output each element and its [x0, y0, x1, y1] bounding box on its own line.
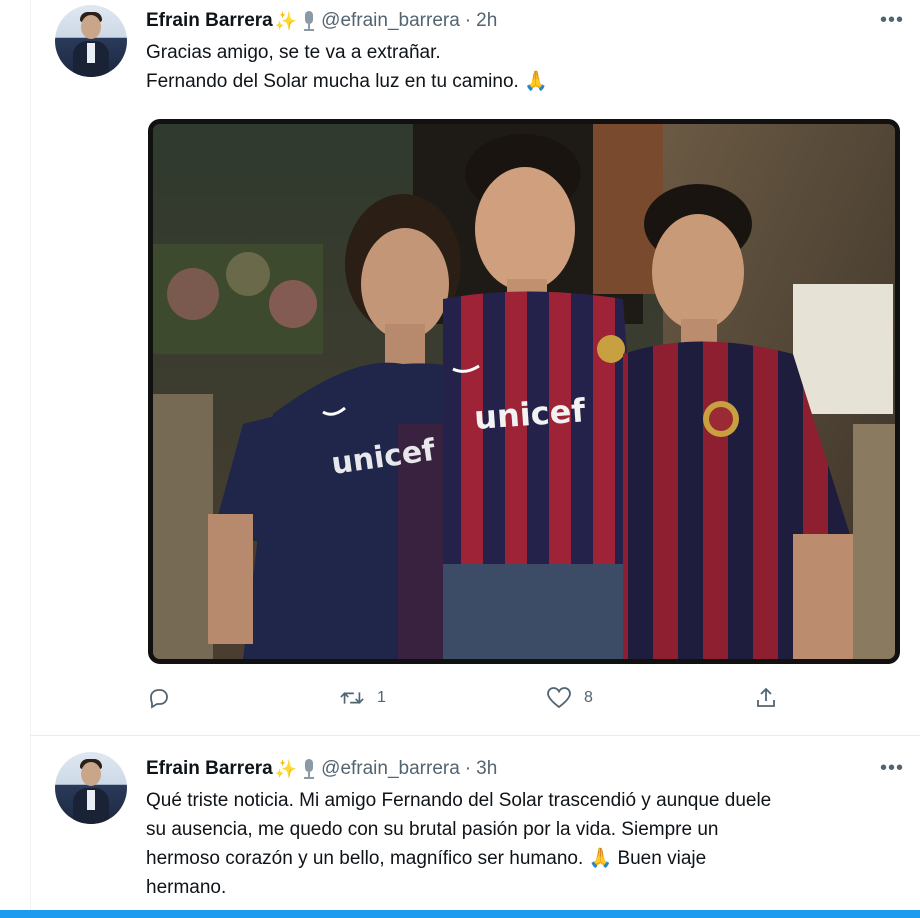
tweet-text-line: hermoso corazón y un bello, magnífico se… [146, 848, 707, 869]
author-handle[interactable]: @efrain_barrera [321, 10, 460, 32]
reply-button[interactable] [146, 680, 184, 716]
avatar[interactable] [55, 5, 127, 77]
tweet-timestamp[interactable]: 3h [476, 758, 497, 780]
more-icon[interactable]: ••• [878, 6, 906, 34]
share-icon [753, 685, 779, 711]
mic-icon [303, 759, 315, 779]
tweet-text-line: Qué triste noticia. Mi amigo Fernando de… [146, 790, 772, 811]
jersey-text: unicef [473, 391, 588, 437]
author-name[interactable]: Efrain Barrera [146, 10, 273, 32]
tweet[interactable]: Efrain Barrera ✨ @efrain_barrera · 3h ••… [31, 736, 920, 918]
bottom-accent-bar [0, 910, 920, 918]
tweet-text: Gracias amigo, se te va a extrañar. Fern… [146, 38, 896, 96]
sparkles-icon: ✨ [274, 758, 298, 779]
reply-icon [146, 685, 172, 711]
tweet-text: Qué triste noticia. Mi amigo Fernando de… [146, 786, 896, 902]
retweet-count: 1 [377, 689, 386, 706]
tweet-text-line: hermano. [146, 877, 227, 898]
more-icon[interactable]: ••• [878, 754, 906, 782]
tweet-text-line: Fernando del Solar mucha luz en tu camin… [146, 71, 548, 92]
mic-icon [303, 11, 315, 31]
like-icon [546, 685, 572, 711]
tweet-photo[interactable]: unicef unicef [148, 119, 900, 664]
tweet[interactable]: Efrain Barrera ✨ @efrain_barrera · 2h ••… [31, 0, 920, 735]
tweet-timestamp[interactable]: 2h [476, 10, 497, 32]
sparkles-icon: ✨ [274, 10, 298, 31]
tweet-text-line: Gracias amigo, se te va a extrañar. [146, 42, 441, 63]
share-button[interactable] [753, 680, 779, 716]
separator-dot: · [464, 10, 472, 31]
retweet-button[interactable]: 1 [339, 680, 386, 716]
tweet-text-line: su ausencia, me quedo con su brutal pasi… [146, 819, 719, 840]
separator-dot: · [464, 758, 472, 779]
like-button[interactable]: 8 [546, 680, 593, 716]
photo-image: unicef unicef [153, 124, 895, 659]
author-handle[interactable]: @efrain_barrera [321, 758, 460, 780]
tweet-header: Efrain Barrera ✨ @efrain_barrera · 2h [146, 8, 910, 34]
like-count: 8 [584, 689, 593, 706]
tweet-header: Efrain Barrera ✨ @efrain_barrera · 3h [146, 756, 910, 782]
tweet-actions: 1 8 [146, 680, 806, 716]
author-name[interactable]: Efrain Barrera [146, 758, 273, 780]
retweet-icon [339, 685, 365, 711]
avatar[interactable] [55, 752, 127, 824]
